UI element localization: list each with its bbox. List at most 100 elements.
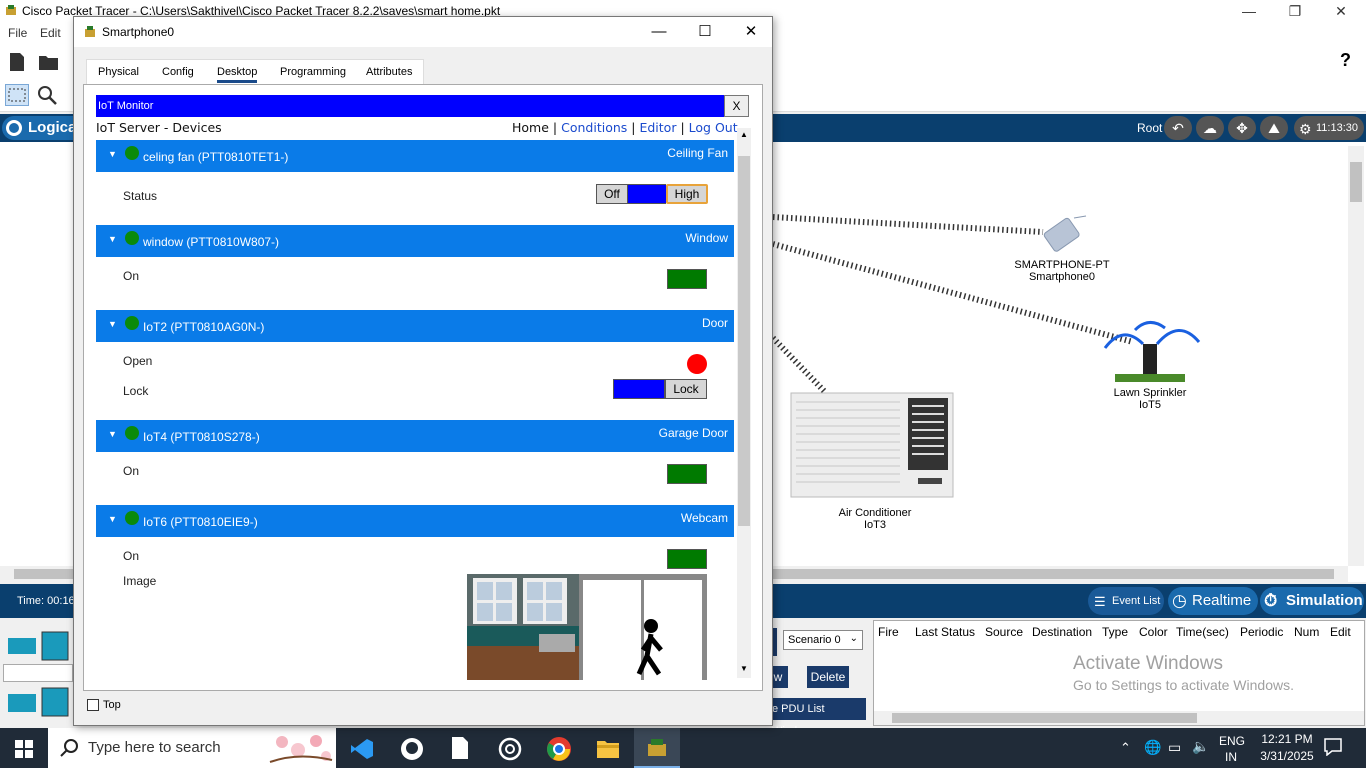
device-search-field[interactable] — [3, 664, 73, 682]
move-icon[interactable]: ✥ — [1228, 116, 1256, 140]
zoom-icon[interactable] — [37, 85, 59, 110]
dialog-title-bar[interactable]: Smartphone0 — ☐ ✕ — [74, 17, 772, 47]
col-num[interactable]: Num — [1294, 625, 1319, 639]
iot-monitor-titlebar: IoT Monitor — [96, 95, 724, 117]
tab-programming[interactable]: Programming — [280, 66, 346, 78]
collapse-arrow-icon[interactable]: ▼ — [108, 319, 117, 329]
device-header-window[interactable]: ▼ window (PTT0810W807-) Window — [96, 225, 734, 257]
event-table-hscroll[interactable] — [874, 711, 1364, 725]
collapse-arrow-icon[interactable]: ▼ — [108, 234, 117, 244]
windows-start-icon[interactable] — [15, 740, 33, 761]
minimize-button[interactable]: — — [1226, 0, 1272, 22]
smartphone-icon[interactable] — [1034, 214, 1090, 263]
iot-nav: Home | Conditions | Editor | Log Out — [512, 120, 738, 135]
chevron-up-icon[interactable]: ⌃ — [1120, 740, 1131, 756]
col-destination[interactable]: Destination — [1032, 625, 1092, 639]
fan-off-button[interactable]: Off — [596, 184, 628, 204]
simulation-button[interactable]: ⏱ Simulation — [1260, 587, 1364, 615]
air-conditioner-icon[interactable] — [790, 392, 956, 503]
help-icon[interactable]: ? — [1340, 50, 1351, 71]
scenario-select[interactable]: Scenario 0 ⌄ — [783, 630, 863, 650]
delete-button[interactable]: Delete — [807, 666, 849, 688]
select-tool-icon[interactable] — [5, 84, 29, 106]
workspace-vertical-scrollbar[interactable] — [1348, 146, 1364, 566]
menu-file[interactable]: File — [8, 26, 27, 40]
device-header-door[interactable]: ▼ IoT2 (PTT0810AG0N-) Door — [96, 310, 734, 342]
col-fire[interactable]: Fire — [878, 625, 899, 639]
smartphone-name: Smartphone0 — [1028, 271, 1096, 283]
close-button[interactable]: ✕ — [1318, 0, 1364, 22]
collapse-arrow-icon[interactable]: ▼ — [108, 429, 117, 439]
dialog-maximize-button[interactable]: ☐ — [682, 17, 728, 47]
device-header-webcam[interactable]: ▼ IoT6 (PTT0810EIE9-) Webcam — [96, 505, 734, 537]
col-periodic[interactable]: Periodic — [1240, 625, 1283, 639]
network-icon[interactable]: 🌐 — [1144, 739, 1161, 756]
sprinkler-icon[interactable] — [1095, 312, 1203, 387]
scroll-thumb[interactable] — [738, 156, 750, 526]
scroll-up-icon[interactable]: ▲ — [740, 130, 748, 139]
cloud-icon[interactable]: ☁ — [1196, 116, 1224, 140]
open-folder-icon[interactable] — [38, 52, 60, 75]
device-header-garage-door[interactable]: ▼ IoT4 (PTT0810S278-) Garage Door — [96, 420, 734, 452]
collapse-arrow-icon[interactable]: ▼ — [108, 149, 117, 159]
chrome-icon[interactable] — [546, 736, 572, 765]
scroll-down-icon[interactable]: ▼ — [740, 664, 748, 673]
tab-config[interactable]: Config — [162, 66, 194, 78]
realtime-button[interactable]: ◷ Realtime — [1168, 587, 1258, 615]
nav-editor[interactable]: Editor — [639, 120, 676, 135]
nav-conditions[interactable]: Conditions — [561, 120, 627, 135]
scroll-thumb[interactable] — [892, 713, 1197, 723]
vscode-icon[interactable] — [350, 737, 374, 764]
event-list-button[interactable]: ☰ Event List — [1088, 587, 1164, 615]
tab-physical[interactable]: Physical — [98, 66, 139, 78]
top-checkbox[interactable] — [87, 699, 99, 711]
taskbar-clock[interactable]: 12:21 PM 3/31/2025 — [1254, 732, 1320, 763]
iot-monitor-close-button[interactable]: X — [724, 95, 749, 117]
device-type-icon[interactable] — [6, 686, 70, 721]
packet-tracer-taskbar-button[interactable] — [634, 728, 680, 768]
lock-slider-track[interactable] — [613, 379, 665, 399]
new-file-icon[interactable] — [8, 52, 26, 75]
dialog-minimize-button[interactable]: — — [636, 17, 682, 47]
github-icon[interactable] — [400, 737, 424, 764]
fan-slider-track[interactable] — [628, 184, 666, 204]
dialog-close-button[interactable]: ✕ — [728, 17, 774, 47]
col-source[interactable]: Source — [985, 625, 1023, 639]
col-type[interactable]: Type — [1102, 625, 1128, 639]
device-type: Ceiling Fan — [667, 146, 728, 160]
col-time[interactable]: Time(sec) — [1176, 625, 1229, 639]
device-type: Webcam — [680, 511, 728, 525]
tab-desktop[interactable]: Desktop — [217, 66, 258, 83]
back-icon[interactable]: ↶ — [1164, 116, 1192, 140]
device-category-icon[interactable] — [6, 630, 70, 665]
fan-high-button[interactable]: High — [666, 184, 708, 204]
col-last-status[interactable]: Last Status — [915, 625, 975, 639]
volume-icon[interactable]: 🔈 — [1192, 738, 1209, 755]
file-explorer-icon[interactable] — [596, 737, 620, 762]
device-header-ceiling-fan[interactable]: ▼ celing fan (PTT0810TET1-) Ceiling Fan — [96, 140, 734, 172]
col-edit[interactable]: Edit — [1330, 625, 1351, 639]
tab-attributes[interactable]: Attributes — [366, 66, 412, 78]
background-image-icon[interactable]: ⛰ — [1260, 116, 1288, 140]
notification-icon[interactable] — [1324, 738, 1342, 759]
battery-icon[interactable]: ▭ — [1168, 739, 1181, 756]
nav-logout[interactable]: Log Out — [689, 120, 738, 135]
pdu-list-window-button[interactable]: e PDU List Window — [768, 698, 866, 737]
file-icon[interactable] — [450, 736, 470, 763]
language-code: ENG — [1219, 734, 1246, 748]
language-indicator[interactable]: ENG IN — [1219, 734, 1245, 764]
taskbar-search[interactable]: Type here to search — [48, 728, 336, 768]
restore-button[interactable]: ❐ — [1272, 0, 1318, 22]
globe-icon: ⚙ — [1299, 121, 1312, 137]
nav-home[interactable]: Home — [512, 120, 549, 135]
device-list-scrollbar[interactable]: ▲ ▼ — [737, 128, 751, 678]
menu-edit[interactable]: Edit — [40, 26, 61, 40]
device-name: celing fan (PTT0810TET1-) — [143, 150, 289, 164]
col-color[interactable]: Color — [1139, 625, 1168, 639]
scroll-thumb[interactable] — [1350, 162, 1362, 202]
collapse-arrow-icon[interactable]: ▼ — [108, 514, 117, 524]
lock-button[interactable]: Lock — [665, 379, 707, 399]
device-type: Window — [685, 231, 728, 245]
chatgpt-icon[interactable] — [498, 737, 522, 764]
prop-label: Lock — [123, 384, 149, 398]
